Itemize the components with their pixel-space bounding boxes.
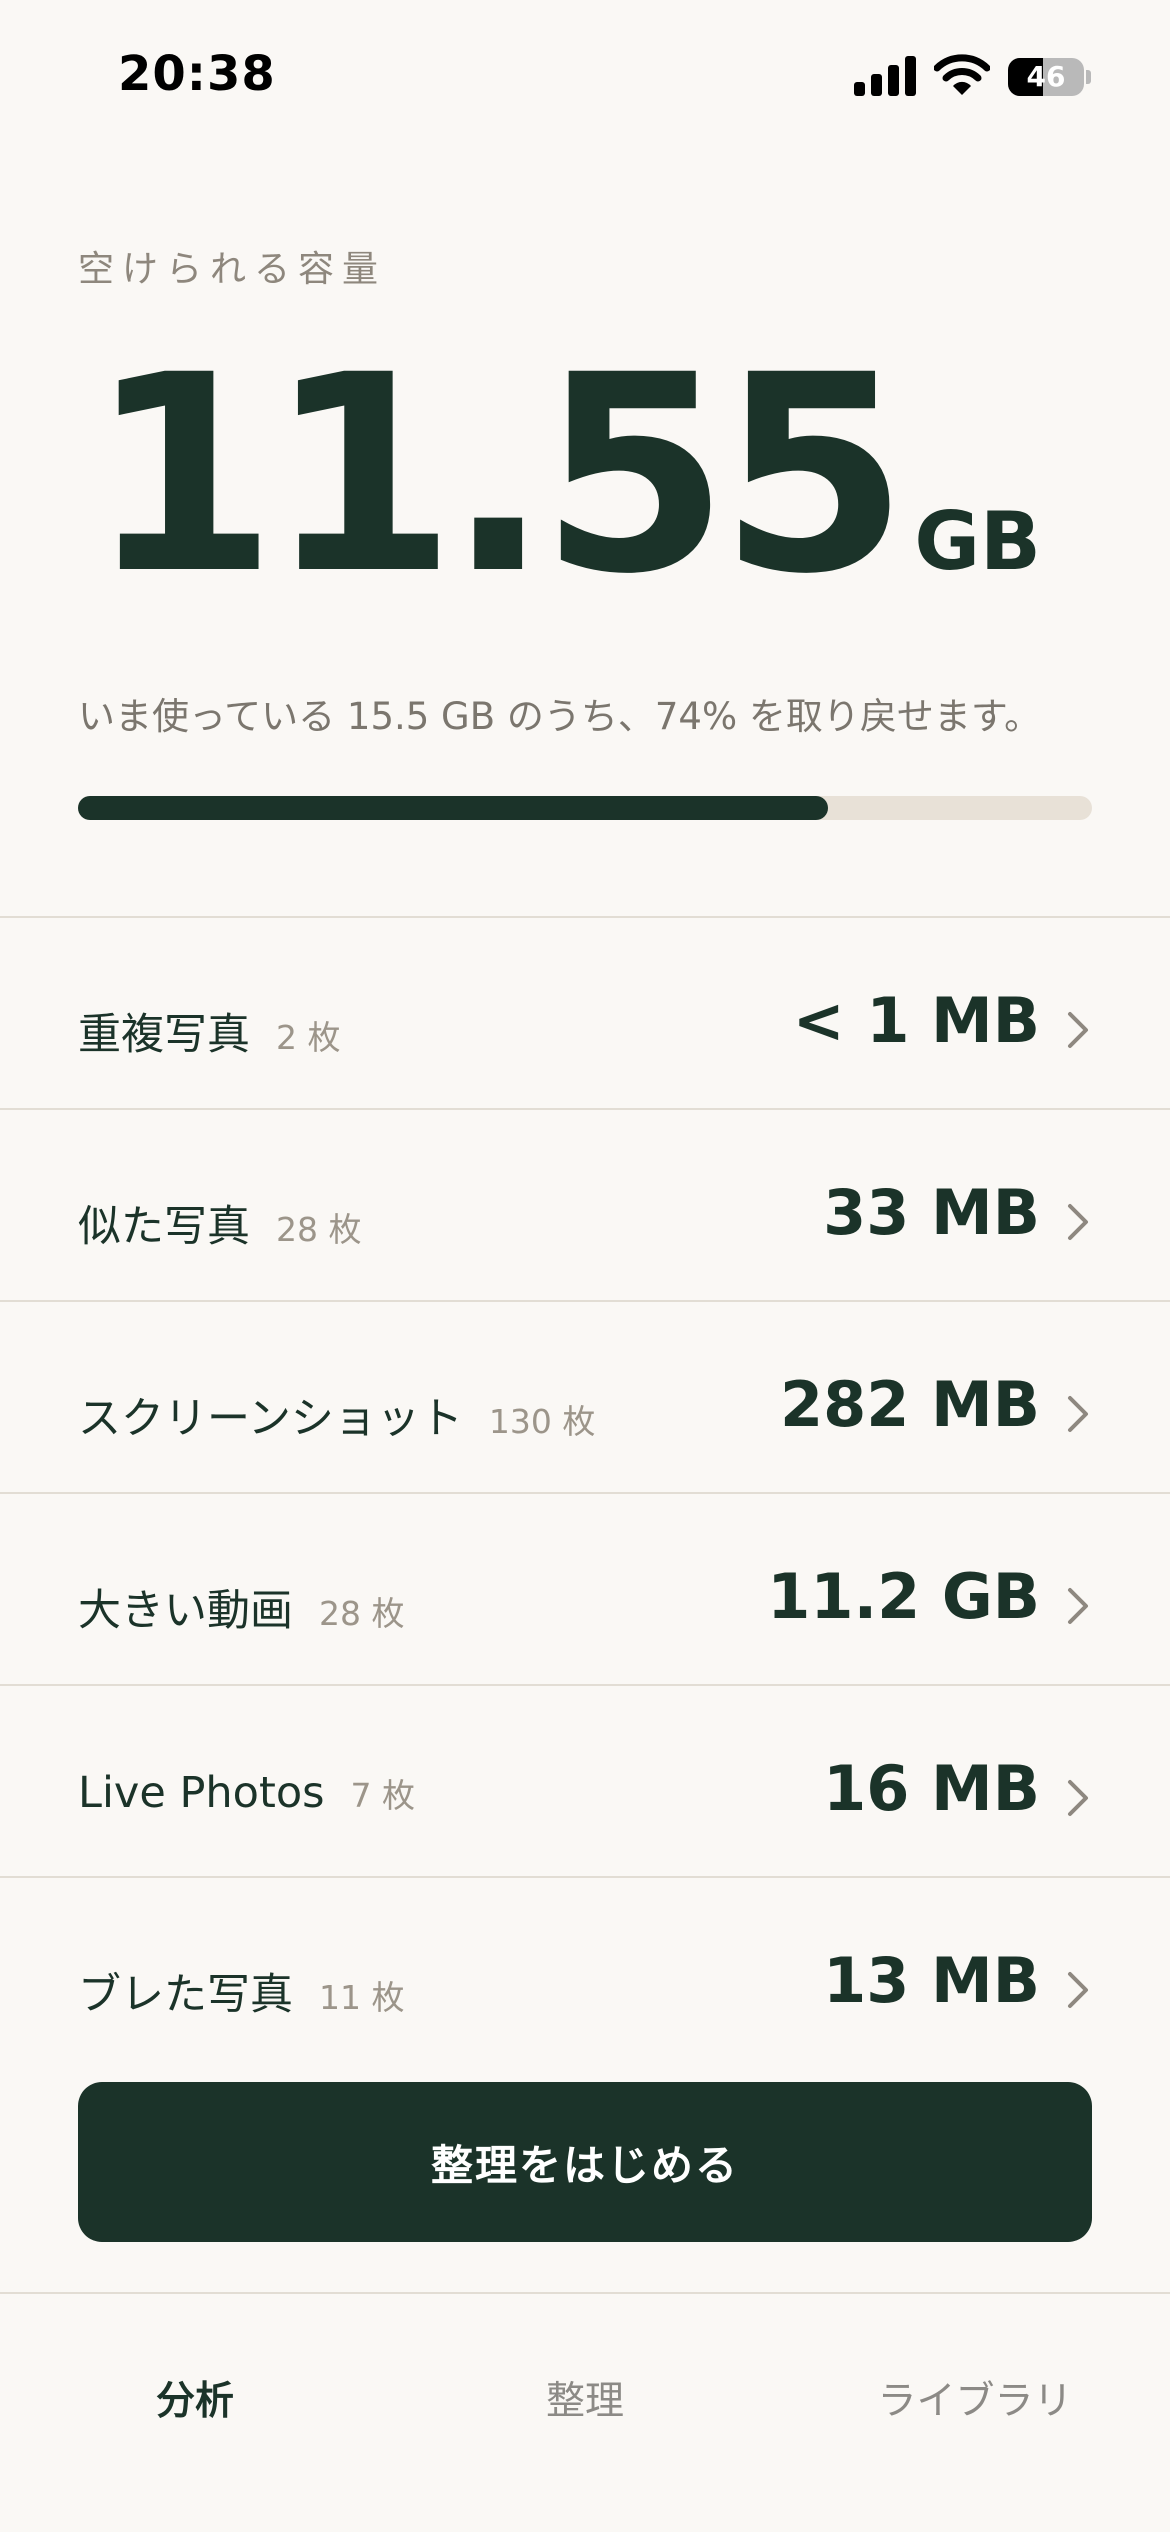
category-row-duplicate-photos[interactable]: 重複写真 2 枚 < 1 MB: [0, 916, 1170, 1108]
chevron-right-icon: [1068, 1588, 1088, 1624]
category-count: 7 枚: [350, 1776, 416, 1815]
category-label: ブレた写真: [78, 1970, 293, 2020]
category-name: ブレた写真 11 枚: [78, 1960, 404, 2022]
category-size: 11.2 GB: [767, 1560, 1040, 1633]
tab-organize[interactable]: 整理: [390, 2370, 780, 2426]
capacity-description: いま使っている 15.5 GB のうち、74% を取り戻せます。: [78, 695, 1042, 738]
category-count: 11 枚: [319, 1978, 405, 2017]
start-cleanup-button[interactable]: 整理をはじめる: [78, 2082, 1092, 2242]
category-list: 重複写真 2 枚 < 1 MB 似た写真 28 枚 33 MB スクリーンショット 1…: [0, 916, 1170, 2068]
category-row-live-photos[interactable]: Live Photos 7 枚 16 MB: [0, 1684, 1170, 1876]
status-bar: 20:38 46: [0, 0, 1170, 150]
category-size: < 1 MB: [792, 984, 1040, 1057]
reclaim-progress-fill: [78, 796, 829, 820]
capacity-label: 空けられる容量: [78, 249, 387, 290]
category-row-large-videos[interactable]: 大きい動画 28 枚 11.2 GB: [0, 1492, 1170, 1684]
category-size: 13 MB: [823, 1944, 1040, 2017]
battery-cap: [1086, 70, 1091, 84]
category-count: 130 枚: [488, 1402, 596, 1441]
category-name: スクリーンショット 130 枚: [78, 1384, 595, 1446]
category-count: 28 枚: [319, 1594, 405, 1633]
chevron-right-icon: [1068, 1204, 1088, 1240]
chevron-right-icon: [1068, 1972, 1088, 2008]
capacity-unit: GB: [914, 495, 1041, 588]
category-name: Live Photos 7 枚: [78, 1768, 415, 1818]
category-size: 16 MB: [823, 1752, 1040, 1825]
tab-library[interactable]: ライブラリ: [780, 2370, 1170, 2426]
category-row-blurry-photos[interactable]: ブレた写真 11 枚 13 MB: [0, 1876, 1170, 2068]
category-label: スクリーンショット: [78, 1394, 463, 1444]
category-size: 282 MB: [780, 1368, 1040, 1441]
category-label: 似た写真: [78, 1202, 250, 1252]
category-label: 大きい動画: [78, 1586, 293, 1636]
battery-body: 46: [1008, 58, 1084, 96]
category-name: 大きい動画 28 枚: [78, 1576, 404, 1638]
battery-icon: 46: [1008, 58, 1091, 96]
wifi-icon: [934, 54, 990, 95]
category-name: 重複写真 2 枚: [78, 1000, 341, 1062]
tab-bar: 分析 整理 ライブラリ: [0, 2292, 1170, 2532]
status-time: 20:38: [118, 46, 276, 102]
category-label: 重複写真: [78, 1010, 250, 1060]
category-count: 2 枚: [276, 1018, 341, 1057]
chevron-right-icon: [1068, 1012, 1088, 1048]
signal-bars-icon: [854, 56, 916, 96]
category-size: 33 MB: [823, 1176, 1040, 1249]
chevron-right-icon: [1068, 1396, 1088, 1432]
category-count: 28 枚: [276, 1210, 362, 1249]
category-label: Live Photos: [78, 1768, 325, 1818]
category-name: 似た写真 28 枚: [78, 1192, 361, 1254]
chevron-right-icon: [1068, 1780, 1088, 1816]
reclaim-progress-bar: [78, 796, 1092, 820]
category-row-screenshots[interactable]: スクリーンショット 130 枚 282 MB: [0, 1300, 1170, 1492]
category-row-similar-photos[interactable]: 似た写真 28 枚 33 MB: [0, 1108, 1170, 1300]
capacity-value: 11.55: [88, 318, 908, 634]
battery-level: 46: [1026, 60, 1066, 93]
capacity-value-row: 11.55 GB: [88, 340, 1041, 612]
tab-analysis[interactable]: 分析: [0, 2370, 390, 2426]
